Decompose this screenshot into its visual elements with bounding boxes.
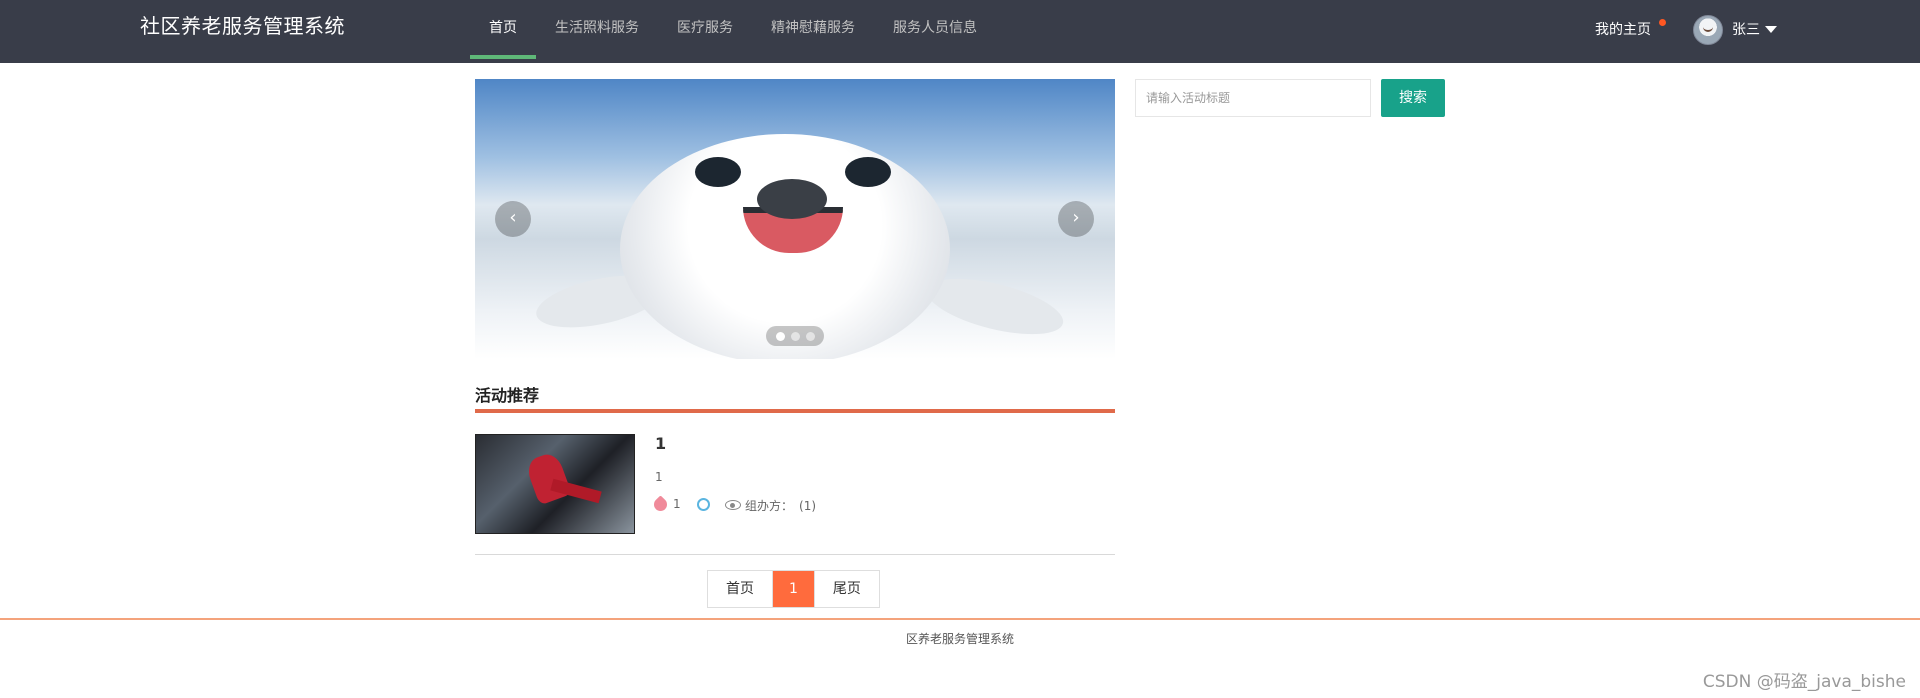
- pagination: 首页 1 尾页: [707, 570, 880, 608]
- thumbnail-figure: [524, 450, 572, 506]
- my-homepage-link[interactable]: 我的主页: [1595, 19, 1651, 39]
- carousel-indicator[interactable]: [775, 331, 785, 341]
- main-nav: 首页 生活照料服务 医疗服务 精神慰藉服务 服务人员信息: [470, 0, 996, 63]
- organizer-label: 组办方：: [745, 499, 794, 513]
- eye-icon: [725, 500, 741, 510]
- history-icon: [697, 498, 710, 511]
- nav-item-life-care[interactable]: 生活照料服务: [536, 0, 658, 59]
- top-navbar: 社区养老服务管理系统 首页 生活照料服务 医疗服务 精神慰藉服务 服务人员信息 …: [0, 0, 1920, 63]
- carousel-image-seal-nose: [757, 179, 827, 219]
- caret-down-icon[interactable]: [1765, 26, 1777, 33]
- tag-count: 1: [673, 497, 681, 511]
- avatar[interactable]: [1693, 15, 1723, 45]
- csdn-watermark: CSDN @码盗_java_bishe: [1702, 672, 1906, 692]
- nav-item-medical[interactable]: 医疗服务: [658, 0, 752, 59]
- pagination-last[interactable]: 尾页: [813, 571, 879, 607]
- carousel-indicator[interactable]: [805, 331, 815, 341]
- notification-dot: [1659, 19, 1666, 26]
- organizer-info: 组办方： (1): [745, 497, 816, 514]
- nav-item-spiritual[interactable]: 精神慰藉服务: [752, 0, 874, 59]
- section-divider: [475, 409, 1115, 413]
- activity-title[interactable]: 1: [655, 434, 666, 453]
- carousel-next-icon[interactable]: ›: [1058, 201, 1094, 237]
- pagination-first[interactable]: 首页: [708, 571, 772, 607]
- banner-carousel[interactable]: ‹ ›: [475, 79, 1115, 359]
- nav-item-staff-info[interactable]: 服务人员信息: [874, 0, 996, 59]
- thumbnail-figure: [550, 478, 602, 504]
- carousel-image-seal-eye: [695, 157, 741, 187]
- footer-text: 区养老服务管理系统: [905, 632, 1014, 646]
- carousel-indicator[interactable]: [790, 331, 800, 341]
- activity-description: 1: [655, 470, 663, 484]
- organizer-value: (1): [799, 498, 817, 513]
- pagination-current-page[interactable]: 1: [772, 571, 814, 607]
- tag-icon: [651, 495, 670, 514]
- nav-item-home[interactable]: 首页: [470, 0, 536, 59]
- activity-thumbnail[interactable]: [475, 434, 635, 534]
- section-title: 活动推荐: [475, 386, 540, 405]
- carousel-indicators: [766, 326, 824, 346]
- search-input[interactable]: [1135, 79, 1371, 117]
- user-name[interactable]: 张三: [1732, 19, 1760, 39]
- carousel-prev-icon[interactable]: ‹: [495, 201, 531, 237]
- carousel-image-seal-eye: [845, 157, 891, 187]
- footer-divider: [0, 618, 1920, 620]
- site-brand[interactable]: 社区养老服务管理系统: [140, 10, 345, 39]
- list-divider: [475, 554, 1115, 555]
- avatar-face: [1703, 26, 1713, 32]
- search-button[interactable]: 搜索: [1381, 79, 1445, 117]
